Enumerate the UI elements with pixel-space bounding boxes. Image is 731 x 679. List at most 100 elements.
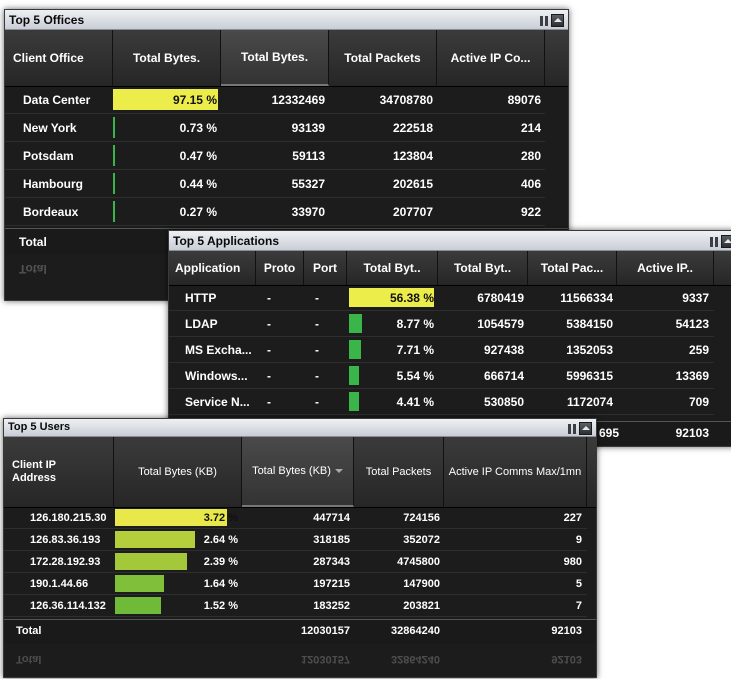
apps-rows: HTTP - - 56.38 % 6780419 11566334 9337 LDAP - - 8.… <box>169 285 714 415</box>
table-row[interactable]: LDAP - - 8.77 % 1054579 5384150 54123 <box>169 311 714 337</box>
app-pct: 56.38 % <box>389 290 434 305</box>
app-pct: 7.71 % <box>396 342 434 357</box>
col-proto[interactable]: Proto <box>256 251 304 285</box>
office-bytes: 12332469 <box>271 92 325 107</box>
apps-total-active: 92103 <box>675 426 709 440</box>
col-application[interactable]: Application <box>169 251 256 285</box>
col-client-office[interactable]: Client Office <box>5 30 113 86</box>
collapse-icon[interactable] <box>721 235 731 248</box>
office-packets: 123804 <box>392 148 433 163</box>
office-pct: 97.15 % <box>172 92 217 107</box>
table-row[interactable]: New York 0.73 % 93139 222518 214 <box>5 114 545 142</box>
office-bytes: 93139 <box>291 120 325 135</box>
office-name: Bordeaux <box>23 204 79 219</box>
app-proto: - <box>267 290 271 305</box>
app-name: HTTP <box>185 290 217 305</box>
user-ip: 126.83.36.193 <box>30 533 101 546</box>
col-total-packets[interactable]: Total Packets <box>354 437 444 507</box>
app-pct: 4.41 % <box>396 394 434 409</box>
app-bytes: 927438 <box>483 342 524 357</box>
app-active: 54123 <box>675 316 709 331</box>
user-bytes: 447714 <box>313 511 350 524</box>
office-bytes: 33970 <box>291 204 325 219</box>
user-pct: 2.39 % <box>203 555 238 568</box>
app-proto: - <box>267 394 271 409</box>
app-proto: - <box>267 342 271 357</box>
pause-icon[interactable] <box>539 15 549 26</box>
app-name: Service N... <box>185 394 250 409</box>
col-client-ip[interactable]: Client IP Address <box>4 437 114 507</box>
user-active: 980 <box>563 555 582 568</box>
app-bytes: 1054579 <box>477 316 524 331</box>
app-name: MS Excha... <box>185 342 252 357</box>
sort-desc-icon <box>334 469 343 473</box>
office-pct: 0.73 % <box>179 120 217 135</box>
user-active: 9 <box>575 533 582 546</box>
app-name: Windows... <box>185 368 248 383</box>
offices-rows: Data Center 97.15 % 12332469 34708780 89076 N… <box>5 86 545 226</box>
table-row[interactable]: 190.1.44.66 1.64 % 197215 147900 5 <box>4 573 587 595</box>
app-proto: - <box>267 368 271 383</box>
users-title: Top 5 Users <box>8 421 71 433</box>
user-ip: 126.180.215.30 <box>30 511 107 524</box>
table-row[interactable]: 172.28.192.93 2.39 % 287343 4745800 980 <box>4 551 587 573</box>
collapse-icon[interactable] <box>579 422 592 435</box>
col-port[interactable]: Port <box>304 251 347 285</box>
col-active-ip[interactable]: Active IP.. <box>617 251 714 285</box>
app-port: - <box>315 342 319 357</box>
table-row[interactable]: Data Center 97.15 % 12332469 34708780 89076 <box>5 86 545 114</box>
table-row[interactable]: 126.180.215.30 3.72 % 447714 724156 227 <box>4 507 587 529</box>
user-packets: 352072 <box>403 533 440 546</box>
user-bytes: 318185 <box>313 533 350 546</box>
col-total-bytes-pct[interactable]: Total Byt.. <box>347 251 438 285</box>
col-active-ip[interactable]: Active IP Co... <box>437 30 545 86</box>
office-name: Hambourg <box>23 176 83 191</box>
pause-icon[interactable] <box>709 236 719 247</box>
user-ip: 126.36.114.132 <box>30 599 106 612</box>
app-bytes: 6780419 <box>477 290 524 305</box>
users-rows: 126.180.215.30 3.72 % 447714 724156 227 126.8… <box>4 507 587 617</box>
pause-icon[interactable] <box>567 423 577 434</box>
col-total-bytes-pct[interactable]: Total Bytes (KB) <box>114 437 242 507</box>
app-active: 13369 <box>675 368 709 383</box>
table-row[interactable]: Service N... - - 4.41 % 530850 1172074 709 <box>169 389 714 415</box>
user-pct: 2.64 % <box>203 533 238 546</box>
app-packets: 1172074 <box>566 394 613 409</box>
user-ip: 190.1.44.66 <box>30 577 89 590</box>
office-packets: 222518 <box>392 120 433 135</box>
user-pct: 3.72 % <box>203 511 238 524</box>
table-row[interactable]: HTTP - - 56.38 % 6780419 11566334 9337 <box>169 285 714 311</box>
office-pct: 0.27 % <box>179 204 217 219</box>
users-panel: Top 5 Users Client IP Address Total Byte… <box>3 418 597 678</box>
table-row[interactable]: Windows... - - 5.54 % 666714 5996315 13369 <box>169 363 714 389</box>
user-packets: 724156 <box>403 511 440 524</box>
office-packets: 34708780 <box>379 92 433 107</box>
app-packets: 11566334 <box>560 290 613 305</box>
table-row[interactable]: 126.36.114.132 1.52 % 183252 203821 7 <box>4 595 587 617</box>
table-row[interactable]: Hambourg 0.44 % 55327 202615 406 <box>5 170 545 198</box>
users-total-bytes: 12030157 <box>301 625 350 637</box>
col-total-bytes[interactable]: Total Bytes. <box>221 30 329 86</box>
app-port: - <box>315 316 319 331</box>
offices-title: Top 5 Offices <box>9 13 85 27</box>
col-active-ip[interactable]: Active IP Comms Max/1mn <box>444 437 587 507</box>
app-packets: 5996315 <box>566 368 613 383</box>
col-total-packets[interactable]: Total Packets <box>329 30 437 86</box>
user-packets: 4745800 <box>397 555 440 568</box>
collapse-icon[interactable] <box>551 14 564 27</box>
col-total-bytes[interactable]: Total Bytes (KB) <box>242 437 354 507</box>
table-row[interactable]: 126.83.36.193 2.64 % 318185 352072 9 <box>4 529 587 551</box>
app-pct: 8.77 % <box>396 316 434 331</box>
app-port: - <box>315 290 319 305</box>
office-active: 406 <box>520 176 541 191</box>
col-total-packets[interactable]: Total Pac... <box>528 251 617 285</box>
table-row[interactable]: MS Excha... - -7.71 % 927438 1352053 259 <box>169 337 714 363</box>
app-active: 9337 <box>682 290 709 305</box>
app-port: - <box>315 368 319 383</box>
office-active: 214 <box>520 120 541 135</box>
table-row[interactable]: Potsdam 0.47 % 59113 123804 280 <box>5 142 545 170</box>
office-name: New York <box>23 120 77 135</box>
col-total-bytes[interactable]: Total Byt.. <box>438 251 528 285</box>
table-row[interactable]: Bordeaux 0.27 % 33970 207707 922 <box>5 198 545 226</box>
col-total-bytes-pct[interactable]: Total Bytes. <box>113 30 221 86</box>
